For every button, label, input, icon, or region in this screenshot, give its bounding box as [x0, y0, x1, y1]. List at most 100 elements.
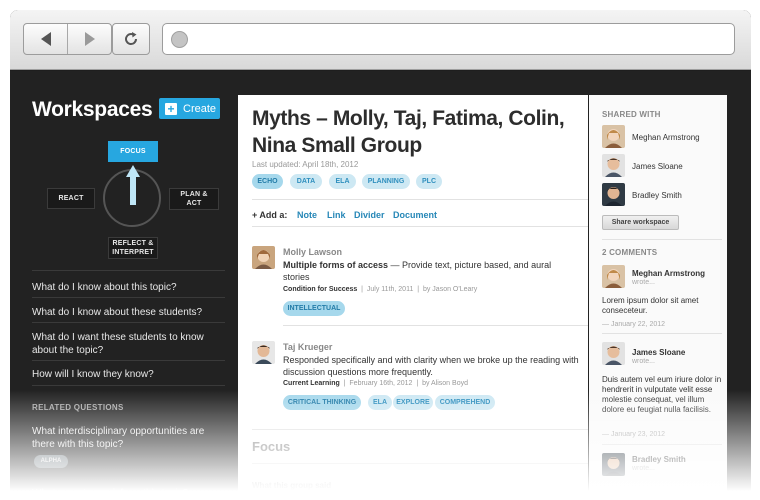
- comment-wrote: wrote...: [632, 358, 655, 365]
- comment-date: — January 22, 2012: [602, 321, 666, 328]
- comment-text: Duis autem vel eum iriure dolor in hendr…: [602, 375, 722, 414]
- post-by: by Jason O'Leary: [422, 286, 478, 293]
- add-label: + Add a:: [252, 210, 288, 220]
- related-questions-heading: RELATED QUESTIONS: [32, 403, 124, 412]
- nav-buttons: [23, 23, 112, 55]
- shared-with-heading: SHARED WITH: [602, 110, 661, 119]
- shared-user-name[interactable]: Meghan Armstrong: [632, 133, 700, 142]
- shared-user-name[interactable]: James Sloane: [632, 162, 683, 171]
- tag-ela[interactable]: ELA: [368, 395, 392, 410]
- comment-author[interactable]: James Sloane: [632, 348, 685, 357]
- divider: [32, 322, 225, 323]
- tag-echo[interactable]: ECHO: [252, 174, 283, 189]
- plus-icon: +: [165, 102, 177, 115]
- cycle-reflect-interpret[interactable]: REFLECT & INTERPRET: [108, 237, 158, 259]
- add-note-link[interactable]: Note: [297, 210, 317, 220]
- question-item[interactable]: How will I know they know?: [32, 368, 222, 381]
- back-arrow-icon: [40, 32, 51, 46]
- avatar: [602, 154, 625, 177]
- related-question-item[interactable]: What interdisciplinary opportunities are…: [32, 425, 212, 451]
- section-subheading: What this group said: [252, 481, 332, 490]
- tag-planning[interactable]: PLANNING: [362, 174, 410, 189]
- divider: [32, 297, 225, 298]
- post-author: Molly Lawson: [283, 247, 343, 257]
- avatar: [602, 183, 625, 206]
- avatar: [252, 246, 275, 269]
- tag-intellectual[interactable]: INTELLECTUAL: [283, 301, 345, 316]
- shared-user-name[interactable]: Bradley Smith: [632, 191, 682, 200]
- avatar: [252, 341, 275, 364]
- post-category: Current Learning: [283, 380, 340, 387]
- post-meta: Current Learning | February 16th, 2012 |…: [283, 380, 468, 387]
- divider: [32, 385, 225, 386]
- post-bold: Multiple forms of access: [283, 260, 389, 270]
- reload-icon: [125, 32, 138, 45]
- tag-critical-thinking[interactable]: CRITICAL THINKING: [283, 395, 361, 410]
- tag-ela[interactable]: ELA: [329, 174, 356, 189]
- divider: [252, 463, 588, 464]
- divider: [602, 444, 722, 445]
- related-question-item[interactable]: What experts can inform this topic?: [32, 487, 222, 500]
- post-text: Multiple forms of access — Provide text,…: [283, 259, 573, 283]
- browser-toolbar: [10, 10, 751, 70]
- comment-wrote: wrote...: [632, 465, 655, 472]
- right-panel: SHARED WITH Meghan Armstrong James Sloan…: [589, 95, 727, 500]
- post-date: July 11th, 2011: [366, 286, 414, 293]
- forward-arrow-icon: [84, 32, 95, 46]
- cycle-plan-act[interactable]: PLAN & ACT: [169, 188, 219, 210]
- divider: [32, 270, 225, 271]
- workspace-title: Myths – Molly, Taj, Fatima, Colin, Nina …: [252, 107, 565, 157]
- question-item[interactable]: What do I know about this topic?: [32, 281, 222, 294]
- divider: [252, 199, 588, 200]
- question-item[interactable]: What do I want these students to know ab…: [32, 331, 212, 357]
- cycle-diagram: FOCUS REACT PLAN & ACT REFLECT & INTERPR…: [10, 127, 236, 267]
- post-text: Responded specifically and with clarity …: [283, 355, 579, 377]
- app-area: Workspaces + Create FOCUS REACT PLAN & A…: [10, 71, 751, 500]
- address-bar[interactable]: [162, 23, 735, 55]
- divider: [32, 360, 225, 361]
- create-button[interactable]: + Create: [159, 98, 220, 119]
- comment-wrote: wrote...: [632, 279, 655, 286]
- post-category: Condition for Success: [283, 286, 358, 293]
- sidebar: Workspaces + Create FOCUS REACT PLAN & A…: [10, 71, 236, 500]
- page-title: Workspaces: [32, 98, 153, 121]
- back-button[interactable]: [24, 24, 67, 54]
- question-item[interactable]: What do I know about these students?: [32, 306, 222, 319]
- reload-button[interactable]: [112, 23, 150, 55]
- divider: [252, 429, 588, 430]
- post-by: by Alison Boyd: [422, 380, 468, 387]
- share-workspace-button[interactable]: Share workspace: [602, 215, 679, 230]
- forward-button[interactable]: [67, 24, 111, 54]
- tag-explore[interactable]: EXPLORE: [393, 395, 433, 410]
- cycle-react[interactable]: REACT: [47, 188, 95, 209]
- comment-date: — January 23, 2012: [602, 431, 666, 438]
- post-meta: Condition for Success | July 11th, 2011 …: [283, 286, 478, 293]
- avatar: [602, 265, 625, 288]
- avatar: [602, 342, 625, 365]
- post-date: February 16th, 2012: [349, 380, 413, 387]
- comment-author[interactable]: Meghan Armstrong: [632, 269, 705, 278]
- create-label: Create: [183, 102, 217, 115]
- add-document-link[interactable]: Document: [393, 210, 437, 220]
- tag-comprehend[interactable]: COMPREHEND: [435, 395, 495, 410]
- workspace-main: Myths – Molly, Taj, Fatima, Colin, Nina …: [238, 95, 588, 500]
- post-author: Taj Krueger: [283, 342, 333, 352]
- browser-window: Workspaces + Create FOCUS REACT PLAN & A…: [10, 10, 751, 500]
- divider: [252, 226, 588, 227]
- divider: [602, 239, 722, 240]
- comments-heading: 2 COMMENTS: [602, 248, 658, 257]
- tag-data[interactable]: DATA: [290, 174, 322, 189]
- up-arrow-icon: [126, 165, 140, 177]
- avatar: [602, 453, 625, 476]
- add-divider-link[interactable]: Divider: [354, 210, 385, 220]
- cycle-focus[interactable]: FOCUS: [108, 141, 158, 162]
- comment-text: Lorem ipsum dolor sit amet conseceteur.: [602, 296, 699, 315]
- comment-author[interactable]: Bradley Smith: [632, 455, 686, 464]
- tag-plc[interactable]: PLC: [416, 174, 442, 189]
- divider: [602, 333, 722, 334]
- add-link-link[interactable]: Link: [327, 210, 346, 220]
- section-heading: Focus: [252, 439, 291, 454]
- avatar: [602, 125, 625, 148]
- alpha-tag[interactable]: ALPHA: [34, 455, 68, 468]
- divider: [283, 325, 588, 326]
